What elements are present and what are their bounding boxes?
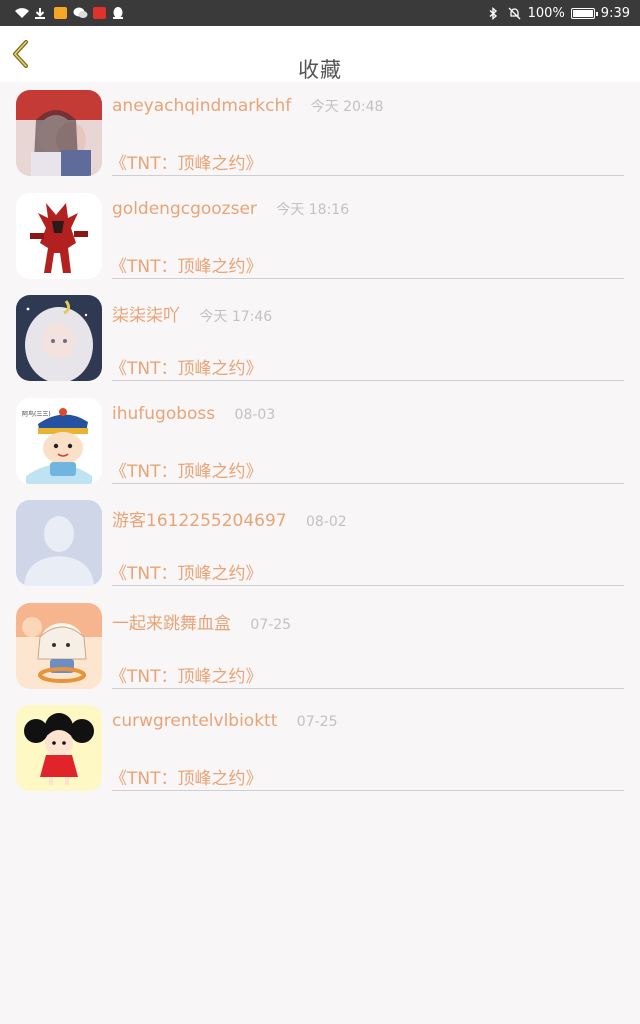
header: 收藏 (0, 26, 640, 82)
username-row: 一起来跳舞血盒 07-25 (112, 609, 291, 634)
username-row: goldengcgoozser 今天 18:16 (112, 199, 349, 219)
username-row: 柒柒柒吖 今天 17:46 (112, 301, 272, 326)
username[interactable]: aneyachqindmarkchf (112, 96, 291, 116)
user-avatar[interactable] (16, 602, 102, 689)
mute-bell-icon (508, 7, 522, 20)
username-row: 游客1612255204697 08-02 (112, 506, 347, 531)
user-avatar[interactable] (16, 295, 102, 381)
username[interactable]: 游客1612255204697 (112, 511, 287, 531)
user-avatar[interactable] (16, 192, 102, 279)
username[interactable]: 一起来跳舞血盒 (112, 614, 231, 634)
divider (112, 687, 624, 689)
work-title-link[interactable]: 《TNT：顶峰之约》 (110, 764, 263, 789)
battery-icon (570, 7, 598, 19)
avatar-red-robot-image (16, 192, 102, 279)
list-item[interactable]: 游客1612255204697 08-02 《TNT：顶峰之约》 (0, 492, 640, 595)
timestamp: 今天 17:46 (199, 309, 273, 325)
timestamp: 今天 18:16 (276, 201, 350, 218)
avatar-cartoon-boy-image: 阿鸟(三三) (16, 397, 102, 484)
username[interactable]: curwgrentelvlbioktt (112, 711, 277, 731)
timestamp: 今天 20:48 (310, 99, 384, 115)
work-title-link[interactable]: 《TNT：顶峰之约》 (110, 149, 263, 174)
divider (112, 585, 624, 586)
username-row: ihufugoboss 08-03 (112, 404, 275, 424)
avatar-red-dress-girl-image (16, 705, 102, 791)
username-row: curwgrentelvlbioktt 07-25 (112, 711, 337, 731)
avatar-anime-couple-image (16, 90, 102, 176)
work-title-link[interactable]: 《TNT：顶峰之约》 (110, 662, 263, 687)
clock: 9:39 (600, 5, 630, 21)
timestamp: 08-02 (306, 514, 347, 530)
divider (112, 790, 624, 791)
qq-icon (112, 7, 126, 19)
timestamp: 07-25 (296, 714, 338, 730)
username[interactable]: goldengcgoozser (112, 199, 257, 219)
user-avatar[interactable] (16, 705, 102, 791)
divider (112, 175, 624, 176)
avatar-default-person-image (16, 500, 102, 586)
timestamp: 08-03 (234, 406, 276, 423)
username-row: aneyachqindmarkchf 今天 20:48 (112, 96, 383, 116)
status-right: 100% 9:39 (488, 6, 630, 21)
status-bar: 100% 9:39 (0, 0, 640, 26)
battery-percent: 100% (527, 5, 565, 21)
favorites-list: aneyachqindmarkchf 今天 20:48 《TNT：顶峰之约》 g… (0, 82, 640, 800)
timestamp: 07-25 (250, 616, 292, 633)
page-title: 收藏 (298, 58, 342, 82)
user-avatar[interactable]: 阿鸟(三三) (16, 397, 102, 484)
weibo-icon (54, 7, 67, 19)
work-title-link[interactable]: 《TNT：顶峰之约》 (110, 252, 263, 277)
username[interactable]: 柒柒柒吖 (112, 306, 180, 326)
bluetooth-icon (488, 7, 502, 20)
work-title-link[interactable]: 《TNT：顶峰之约》 (110, 457, 263, 482)
avatar-white-hair-girl-image (16, 295, 102, 381)
divider (112, 277, 624, 279)
divider (112, 482, 624, 484)
download-icon (34, 7, 48, 19)
svg-text:阿鸟(三三): 阿鸟(三三) (22, 410, 51, 418)
list-item[interactable]: 阿鸟(三三) ihufugoboss 08-03 《TNT：顶峰之约》 (0, 390, 640, 493)
list-item[interactable]: curwgrentelvlbioktt 07-25 《TNT：顶峰之约》 (0, 697, 640, 800)
list-item[interactable]: 柒柒柒吖 今天 17:46 《TNT：顶峰之约》 (0, 287, 640, 390)
wifi-icon (14, 7, 29, 19)
user-avatar[interactable] (16, 90, 102, 176)
username[interactable]: ihufugoboss (112, 404, 215, 424)
work-title-link[interactable]: 《TNT：顶峰之约》 (110, 559, 263, 584)
user-avatar[interactable] (16, 500, 102, 586)
work-title-link[interactable]: 《TNT：顶峰之约》 (110, 354, 263, 379)
list-item[interactable]: 一起来跳舞血盒 07-25 《TNT：顶峰之约》 (0, 595, 640, 698)
video-app-icon (93, 7, 106, 19)
status-left (14, 7, 126, 19)
avatar-cartoon-girl-image (16, 602, 102, 689)
list-item[interactable]: aneyachqindmarkchf 今天 20:48 《TNT：顶峰之约》 (0, 82, 640, 185)
divider (112, 380, 624, 381)
list-item[interactable]: goldengcgoozser 今天 18:16 《TNT：顶峰之约》 (0, 185, 640, 288)
wechat-icon (73, 7, 88, 19)
